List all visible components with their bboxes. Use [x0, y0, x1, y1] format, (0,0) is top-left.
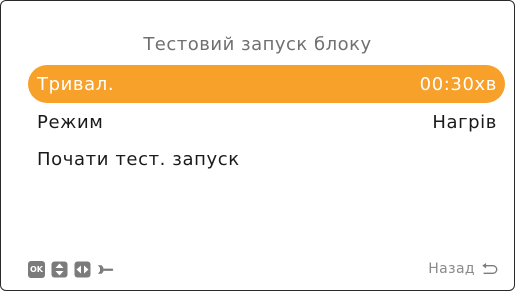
wrench-icon[interactable]: [97, 261, 114, 278]
left-right-arrows-icon[interactable]: [74, 261, 91, 278]
footer-hint-icons: OK: [28, 260, 114, 278]
device-screen: Тестовий запуск блоку Тривал. 00:30хв Ре…: [0, 0, 515, 291]
menu-item-duration[interactable]: Тривал. 00:30хв: [28, 65, 505, 103]
menu-item-label: Тривал.: [37, 73, 115, 95]
menu-item-start-test[interactable]: Почати тест. запуск: [28, 140, 505, 178]
back-label: Назад: [428, 261, 475, 277]
ok-icon[interactable]: OK: [28, 260, 45, 278]
footer-bar: OK Назад: [28, 258, 498, 280]
return-arrow-icon: [481, 261, 498, 278]
menu-item-value: 00:30хв: [419, 73, 497, 95]
up-down-arrows-icon[interactable]: [51, 261, 68, 278]
screen-title: Тестовий запуск блоку: [143, 34, 372, 55]
back-button[interactable]: Назад: [428, 261, 498, 278]
menu-item-label: Режим: [37, 111, 104, 133]
menu-item-label: Почати тест. запуск: [37, 148, 240, 170]
menu-item-mode[interactable]: Режим Нагрів: [28, 103, 505, 141]
menu-item-value: Нагрів: [432, 111, 497, 133]
